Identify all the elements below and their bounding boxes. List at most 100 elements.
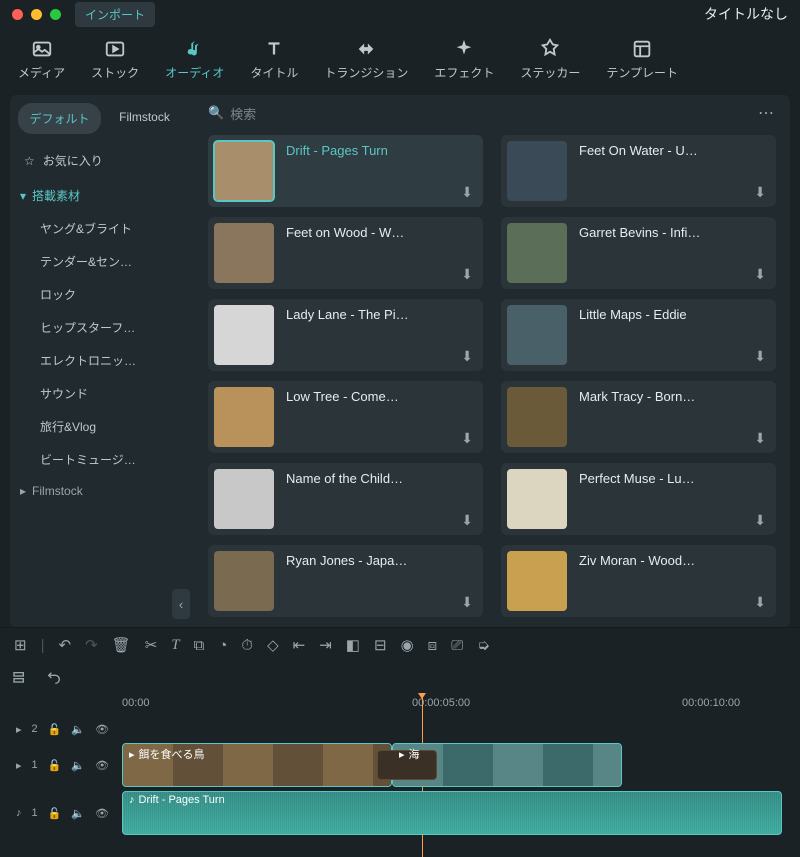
timeline-panel: 00:00 00:00:05:00 00:00:10:00 ▸2🔓🔈👁 ▸1🔓🔈… — [0, 662, 800, 847]
tab-audio[interactable]: オーディオ — [165, 38, 224, 81]
video-track-icon: ▸ — [16, 759, 22, 772]
download-icon[interactable]: ⬇ — [754, 266, 766, 283]
audio-card[interactable]: Lady Lane - The Pi… ⬇ — [208, 299, 483, 371]
tab-template[interactable]: テンプレート — [606, 38, 678, 81]
download-icon[interactable]: ⬇ — [461, 266, 473, 283]
audio-card[interactable]: Perfect Muse - Lu… ⬇ — [501, 463, 776, 535]
sidebar-item[interactable]: ヤング&ブライト — [10, 212, 194, 245]
template-icon — [631, 38, 653, 60]
sidebar-item[interactable]: テンダー&セン… — [10, 245, 194, 278]
magnet-icon[interactable]: ⧈ — [428, 637, 438, 654]
tab-stock[interactable]: ストック — [91, 38, 139, 81]
timeline-ruler[interactable]: 00:00 00:00:05:00 00:00:10:00 — [122, 697, 788, 715]
audio-card[interactable]: Feet On Water - U… ⬇ — [501, 135, 776, 207]
download-icon[interactable]: ⬇ — [461, 512, 473, 529]
download-icon[interactable]: ⬇ — [461, 184, 473, 201]
audio-track-1[interactable]: ♪1🔓🔈👁 ♪Drift - Pages Turn — [12, 791, 788, 835]
download-icon[interactable]: ⬇ — [754, 594, 766, 611]
cursor-icon[interactable]: ➭ — [477, 636, 490, 654]
sidebar-item[interactable]: ビートミュージ… — [10, 443, 194, 476]
snap-icon[interactable]: ⊟ — [374, 636, 387, 654]
timer-icon[interactable]: ⏱ — [241, 637, 253, 654]
sidebar-item[interactable]: ヒップスターフ… — [10, 311, 194, 344]
audio-track-icon: ♪ — [16, 807, 22, 819]
visibility-icon[interactable]: 👁 — [95, 807, 109, 820]
mark-in-icon[interactable]: ⇤ — [293, 636, 306, 654]
title-icon — [263, 38, 285, 60]
mixer-icon[interactable]: ⎚ — [451, 637, 463, 654]
color-icon[interactable]: ◧ — [346, 636, 360, 654]
arrange-icon[interactable]: ⊞ — [14, 636, 27, 654]
audio-thumbnail — [507, 141, 567, 201]
download-icon[interactable]: ⬇ — [461, 430, 473, 447]
window-controls[interactable] — [12, 9, 61, 20]
speed-icon[interactable]: ◔ — [218, 637, 227, 654]
record-icon[interactable]: ◉ — [401, 636, 414, 654]
download-icon[interactable]: ⬇ — [461, 348, 473, 365]
video-track-2[interactable]: ▸2🔓🔈👁 — [12, 719, 788, 739]
tab-title[interactable]: タイトル — [250, 38, 298, 81]
audio-title: Feet on Wood - W… — [286, 225, 404, 283]
category-builtin[interactable]: ▾搭載素材 — [10, 179, 194, 212]
redo-icon[interactable]: ↷ — [85, 636, 98, 654]
lock-icon[interactable]: 🔓 — [48, 759, 62, 772]
video-track-1[interactable]: ▸1🔓🔈👁 ▸餌を食べる鳥 ▸海 — [12, 743, 788, 787]
sidebar-item[interactable]: サウンド — [10, 377, 194, 410]
audio-thumbnail — [214, 551, 274, 611]
minimize-dot[interactable] — [31, 9, 42, 20]
sidebar-item[interactable]: エレクトロニッ… — [10, 344, 194, 377]
text-tool-icon[interactable]: T — [171, 637, 179, 654]
audio-card[interactable]: Name of the Child… ⬇ — [208, 463, 483, 535]
visibility-icon[interactable]: 👁 — [95, 723, 109, 736]
more-options-button[interactable]: ⋯ — [758, 103, 776, 123]
sidebar-item[interactable]: ロック — [10, 278, 194, 311]
tab-media[interactable]: メディア — [18, 38, 65, 81]
audio-thumbnail — [507, 469, 567, 529]
tab-sticker[interactable]: ステッカー — [520, 38, 580, 81]
audio-clip[interactable]: ♪Drift - Pages Turn — [122, 791, 782, 835]
undo-icon[interactable]: ↶ — [58, 636, 71, 654]
lock-icon[interactable]: 🔓 — [48, 807, 62, 820]
tab-filmstock[interactable]: Filmstock — [103, 103, 186, 134]
download-icon[interactable]: ⬇ — [754, 348, 766, 365]
audio-card[interactable]: Feet on Wood - W… ⬇ — [208, 217, 483, 289]
crop-icon[interactable]: ⧉ — [194, 637, 205, 654]
lock-icon[interactable]: 🔓 — [48, 723, 62, 736]
audio-card[interactable]: Ziv Moran - Wood… ⬇ — [501, 545, 776, 617]
video-clip[interactable]: ▸餌を食べる鳥 — [122, 743, 392, 787]
audio-title: Name of the Child… — [286, 471, 403, 529]
maximize-dot[interactable] — [50, 9, 61, 20]
sidebar-item[interactable]: 旅行&Vlog — [10, 410, 194, 443]
delete-icon[interactable]: 🗑 — [112, 636, 131, 654]
audio-card[interactable]: Garret Bevins - Infi… ⬇ — [501, 217, 776, 289]
audio-card[interactable]: Ryan Jones - Japa… ⬇ — [208, 545, 483, 617]
audio-card[interactable]: Drift - Pages Turn ⬇ — [208, 135, 483, 207]
audio-card[interactable]: Mark Tracy - Born… ⬇ — [501, 381, 776, 453]
keyframe-icon[interactable]: ◇ — [267, 636, 279, 654]
search-input[interactable]: 🔍検索 — [208, 104, 256, 123]
mute-icon[interactable]: 🔈 — [71, 759, 85, 772]
tab-effect[interactable]: エフェクト — [434, 38, 494, 81]
download-icon[interactable]: ⬇ — [754, 512, 766, 529]
mark-out-icon[interactable]: ⇥ — [319, 636, 332, 654]
mute-icon[interactable]: 🔈 — [71, 807, 85, 820]
tab-transition[interactable]: トランジション — [324, 38, 408, 81]
audio-card[interactable]: Little Maps - Eddie ⬇ — [501, 299, 776, 371]
close-dot[interactable] — [12, 9, 23, 20]
download-icon[interactable]: ⬇ — [461, 594, 473, 611]
mute-icon[interactable]: 🔈 — [71, 723, 85, 736]
cut-icon[interactable]: ✂ — [145, 636, 158, 654]
visibility-icon[interactable]: 👁 — [95, 759, 109, 772]
category-filmstock[interactable]: ▸Filmstock — [10, 476, 194, 506]
track-manager-icon[interactable] — [12, 670, 28, 689]
audio-thumbnail — [214, 387, 274, 447]
download-icon[interactable]: ⬇ — [754, 184, 766, 201]
auto-ripple-icon[interactable] — [46, 670, 62, 689]
import-button[interactable]: インポート — [75, 2, 155, 27]
audio-title: Lady Lane - The Pi… — [286, 307, 409, 365]
collapse-sidebar-button[interactable]: ‹ — [172, 589, 190, 619]
tab-default[interactable]: デフォルト — [18, 103, 101, 134]
download-icon[interactable]: ⬇ — [754, 430, 766, 447]
favorites-item[interactable]: ☆お気に入り — [10, 142, 194, 179]
audio-card[interactable]: Low Tree - Come… ⬇ — [208, 381, 483, 453]
